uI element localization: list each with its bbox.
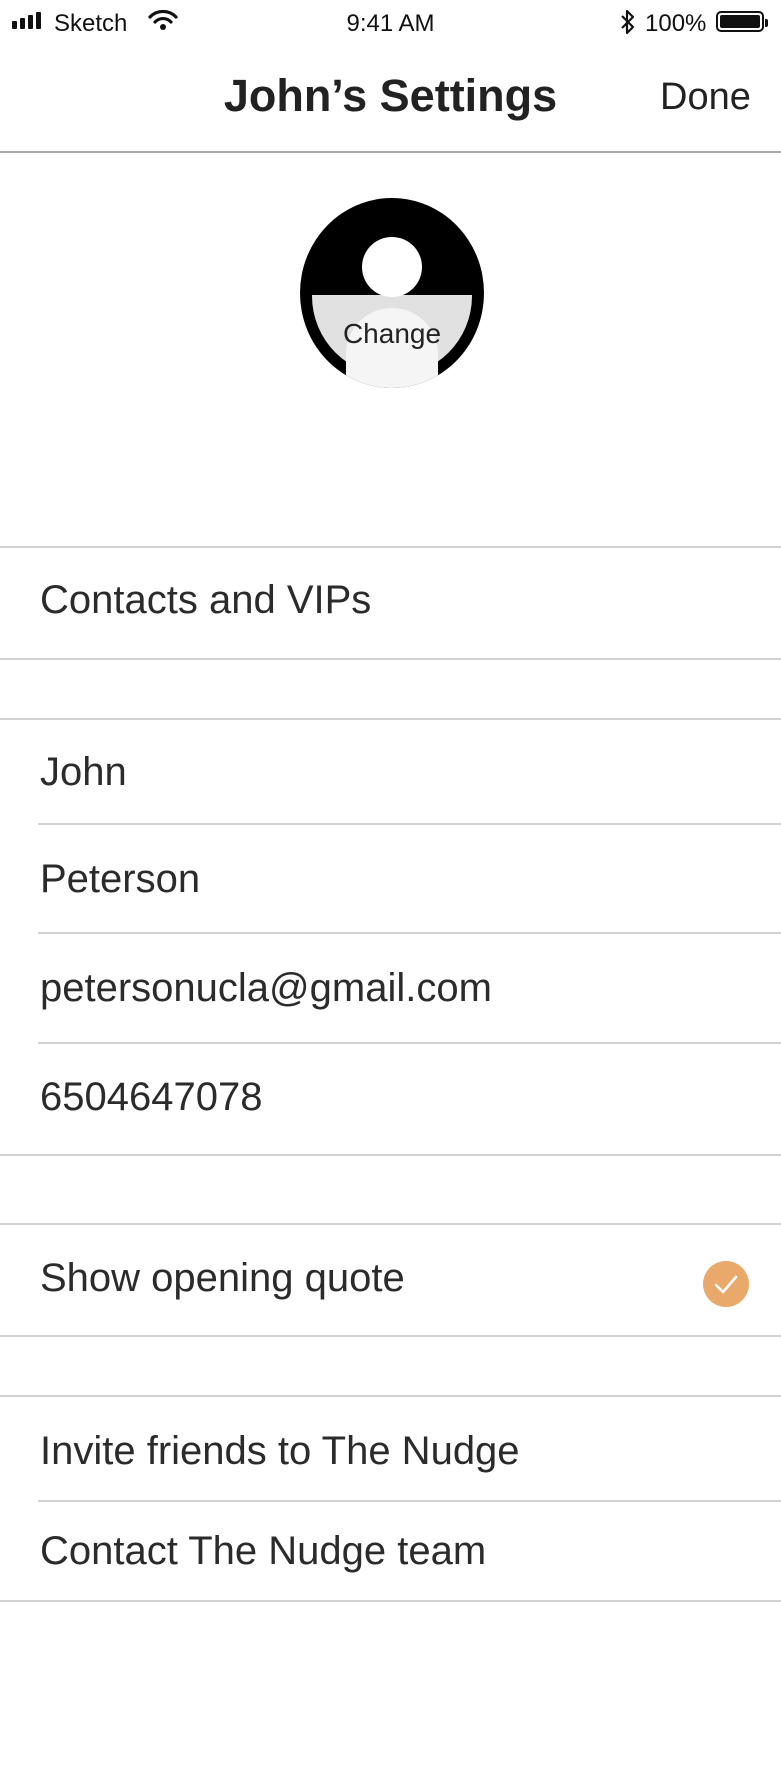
email-field[interactable]: petersonucla@gmail.com — [40, 966, 492, 1011]
profile-avatar[interactable]: Change — [300, 198, 484, 388]
show-opening-quote-label: Show opening quote — [40, 1256, 405, 1300]
contact-team-item[interactable]: Contact The Nudge team — [40, 1529, 486, 1574]
battery-icon — [716, 11, 768, 32]
change-photo-button[interactable]: Change — [300, 318, 484, 350]
divider — [0, 546, 781, 548]
divider — [38, 1500, 781, 1502]
divider — [0, 1600, 781, 1602]
divider — [0, 1335, 781, 1337]
checkmark-icon — [714, 1275, 738, 1294]
divider — [38, 932, 781, 934]
phone-field[interactable]: 6504647078 — [40, 1075, 262, 1120]
bluetooth-icon — [619, 8, 637, 43]
battery-percent: 100% — [645, 10, 707, 37]
divider — [0, 1395, 781, 1397]
divider — [38, 1042, 781, 1044]
divider — [0, 718, 781, 720]
last-name-field[interactable]: Peterson — [40, 857, 200, 902]
divider — [0, 1223, 781, 1225]
divider — [0, 658, 781, 660]
contacts-and-vips-item[interactable]: Contacts and VIPs — [40, 578, 371, 623]
invite-friends-item[interactable]: Invite friends to The Nudge — [40, 1429, 520, 1474]
status-bar: Sketch 9:41 AM 100% — [0, 0, 781, 46]
divider — [38, 823, 781, 825]
show-opening-quote-checkbox[interactable] — [703, 1261, 749, 1307]
nav-divider — [0, 151, 781, 153]
avatar-head — [362, 237, 422, 297]
first-name-field[interactable]: John — [40, 750, 127, 795]
divider — [0, 1154, 781, 1156]
done-button[interactable]: Done — [660, 76, 751, 119]
